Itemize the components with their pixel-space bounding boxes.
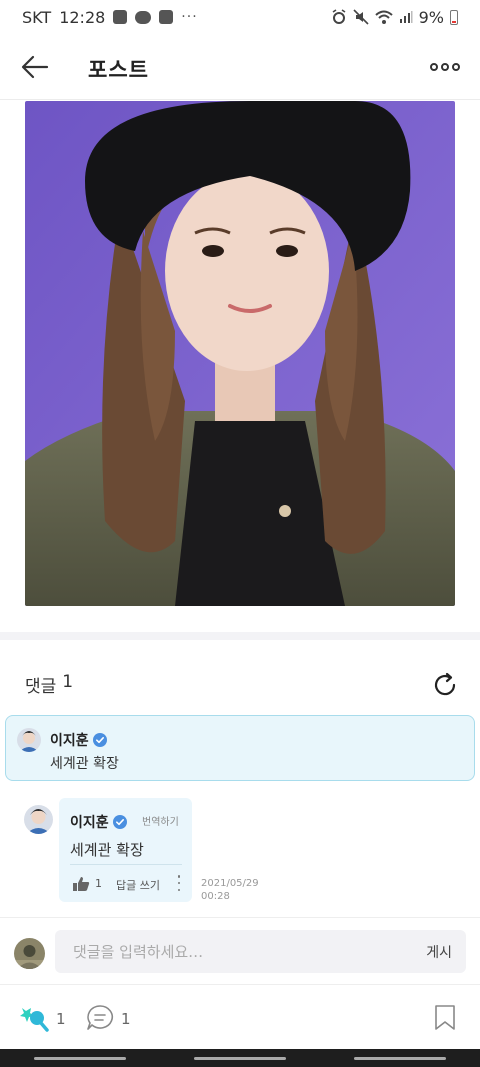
- author-name: 이지훈: [70, 815, 109, 831]
- comment-text: 세계관 확장: [50, 756, 119, 772]
- status-bar: SKT 12:28 ··· 9%: [0, 0, 480, 34]
- comment-date: 2021/05/29: [201, 878, 259, 889]
- clock: 12:28: [59, 7, 106, 27]
- status-overflow: ···: [181, 9, 198, 25]
- author-row: 이지훈: [70, 812, 127, 832]
- verified-badge-icon: [112, 815, 127, 829]
- gallery-icon: [113, 10, 128, 24]
- avatar[interactable]: [24, 805, 53, 834]
- like-count: 1: [95, 877, 102, 890]
- wifi-icon: [374, 10, 393, 24]
- featured-comment[interactable]: 이지훈 세계관 확장: [5, 715, 475, 781]
- comments-label: 댓글: [25, 677, 57, 697]
- comment-input[interactable]: [73, 941, 403, 963]
- reply-button[interactable]: 답글 쓰기: [116, 877, 160, 893]
- dot: [441, 63, 449, 71]
- signal-icon: [399, 11, 413, 23]
- alarm-icon: [332, 9, 346, 24]
- carrier-label: SKT: [22, 7, 52, 27]
- bookmark-icon[interactable]: [434, 1005, 456, 1030]
- translate-link[interactable]: 번역하기: [142, 813, 179, 828]
- post-photo[interactable]: [25, 101, 455, 606]
- dot: [430, 63, 438, 71]
- comment-count: 1: [121, 1010, 131, 1028]
- chat-icon: [159, 10, 174, 24]
- author-row: 이지훈: [50, 730, 107, 750]
- status-left: SKT 12:28 ···: [22, 8, 198, 27]
- dot: [452, 63, 460, 71]
- divider: [0, 917, 480, 918]
- comments-count: 1: [62, 672, 74, 692]
- my-avatar[interactable]: [14, 938, 45, 969]
- divider: [70, 864, 182, 865]
- refresh-icon[interactable]: [432, 672, 458, 698]
- comment-time: 00:28: [201, 891, 230, 902]
- comment-input-wrap: 게시: [55, 930, 466, 973]
- author-name: 이지훈: [50, 733, 89, 749]
- divider: [0, 984, 480, 985]
- cheer-count: 1: [56, 1010, 66, 1028]
- kakaotalk-icon: [135, 10, 152, 24]
- cheer-stick-icon[interactable]: [18, 1003, 50, 1033]
- nav-back-button[interactable]: [354, 1056, 446, 1060]
- page-title: 포스트: [88, 58, 149, 82]
- verified-badge-icon: [92, 733, 107, 747]
- avatar[interactable]: [17, 728, 41, 752]
- comment-text: 세계관 확장: [70, 841, 144, 859]
- more-dots-icon[interactable]: [430, 59, 460, 75]
- battery-percent: 9%: [418, 7, 444, 27]
- dot: [177, 881, 181, 885]
- nav-recents-button[interactable]: [34, 1056, 126, 1060]
- comment-icon[interactable]: [86, 1004, 114, 1032]
- thumbs-up-icon[interactable]: [72, 876, 90, 892]
- dot: [177, 888, 181, 891]
- dot: [177, 875, 181, 878]
- system-nav-bar: [0, 1049, 480, 1067]
- mute-icon: [353, 9, 369, 25]
- nav-home-button[interactable]: [194, 1056, 286, 1060]
- comment-timestamp: 2021/05/29 00:28: [201, 877, 271, 903]
- arrow-left-icon[interactable]: [20, 52, 50, 82]
- post-button[interactable]: 게시: [426, 942, 452, 962]
- app-header: 포스트: [0, 34, 480, 100]
- comments-heading: 댓글 1: [25, 672, 73, 697]
- battery-icon: [450, 9, 458, 25]
- comment-menu-icon[interactable]: [176, 875, 182, 891]
- comment-bubble: 이지훈 번역하기 세계관 확장 1 답글 쓰기: [59, 798, 192, 902]
- status-right: 9%: [331, 8, 458, 27]
- section-divider: [0, 632, 480, 640]
